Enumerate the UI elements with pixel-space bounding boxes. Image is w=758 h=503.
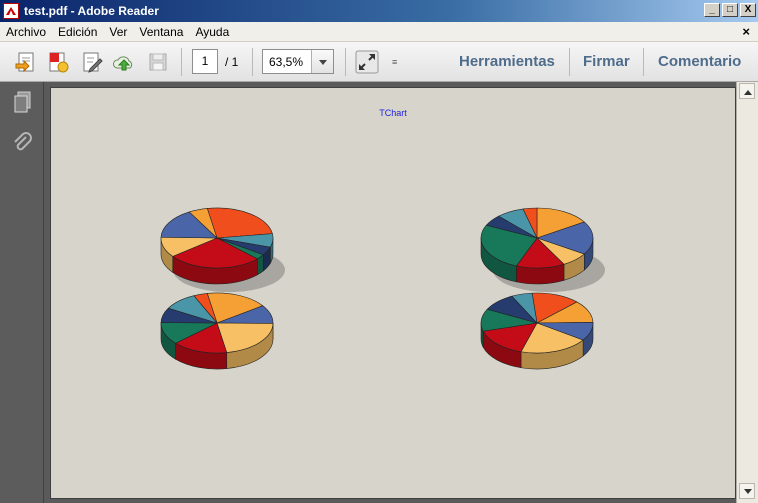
title-bar: test.pdf - Adobe Reader _ □ X	[0, 0, 758, 22]
toolbar-separator	[345, 48, 346, 76]
menu-bar: Archivo Edición Ver Ventana Ayuda ×	[0, 22, 758, 42]
pie-drawing	[480, 292, 594, 370]
chevron-down-icon[interactable]	[311, 50, 333, 73]
cloud-upload-icon[interactable]	[112, 50, 136, 74]
pdf-page: TChart	[50, 87, 736, 499]
window-title: test.pdf - Adobe Reader	[24, 4, 159, 18]
pie-drawing	[160, 207, 285, 292]
toolbar-separator	[181, 48, 182, 76]
menu-edicion[interactable]: Edición	[52, 25, 103, 39]
pie-charts-canvas	[160, 207, 605, 370]
page-number-input[interactable]: 1	[192, 49, 218, 74]
firmar-link[interactable]: Firmar	[583, 53, 630, 70]
attachments-icon[interactable]	[12, 132, 34, 156]
open-icon[interactable]	[14, 50, 38, 74]
menu-ventana[interactable]: Ventana	[133, 25, 189, 39]
menu-ayuda[interactable]: Ayuda	[189, 25, 235, 39]
minimize-button[interactable]: _	[704, 3, 720, 17]
page-total: / 1	[225, 55, 239, 69]
close-button[interactable]: X	[740, 3, 756, 17]
save-icon[interactable]	[146, 50, 170, 74]
scroll-down-button[interactable]	[739, 483, 755, 499]
menu-ver[interactable]: Ver	[103, 25, 133, 39]
toolbar-separator	[569, 48, 570, 76]
zoom-select[interactable]: 63,5%	[262, 49, 334, 74]
pie-drawing	[160, 292, 274, 370]
toolbar-separator	[643, 48, 644, 76]
document-close-icon[interactable]: ×	[742, 24, 750, 39]
pie-drawing	[480, 207, 605, 292]
vertical-scrollbar[interactable]	[736, 82, 758, 503]
document-area[interactable]: TChart	[44, 82, 736, 503]
scroll-up-button[interactable]	[739, 83, 755, 99]
menu-archivo[interactable]: Archivo	[0, 25, 52, 39]
zoom-value: 63,5%	[269, 55, 304, 69]
window-controls: _ □ X	[704, 3, 756, 17]
maximize-button[interactable]: □	[722, 3, 738, 17]
herramientas-link[interactable]: Herramientas	[459, 53, 555, 70]
toolbar-separator	[252, 48, 253, 76]
toolbar: 1 / 1 63,5% ≡ Herramientas Firmar Coment…	[0, 42, 758, 82]
more-tools-icon[interactable]: ≡	[392, 57, 397, 67]
pages-icon[interactable]	[12, 90, 34, 114]
fit-page-icon[interactable]	[355, 50, 379, 74]
edit-icon[interactable]	[80, 50, 104, 74]
adobe-reader-icon	[3, 3, 19, 19]
comentario-link[interactable]: Comentario	[658, 53, 741, 70]
left-navigation-pane	[0, 82, 44, 503]
create-pdf-icon[interactable]	[46, 50, 70, 74]
